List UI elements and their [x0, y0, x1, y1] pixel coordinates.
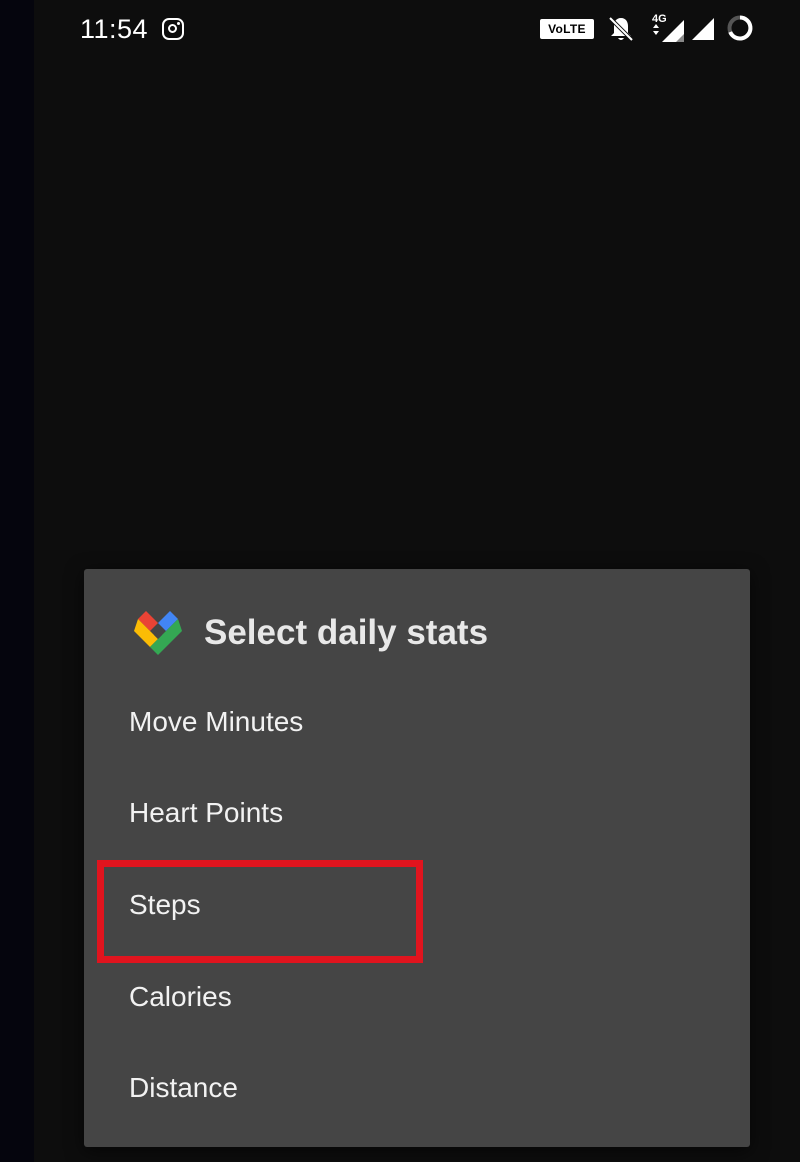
select-daily-stats-dialog: Select daily stats Move Minutes Heart Po… — [84, 569, 750, 1147]
status-time: 11:54 — [80, 14, 149, 44]
option-distance[interactable]: Distance — [84, 1043, 750, 1133]
option-label: Heart Points — [129, 797, 284, 828]
option-label: Move Minutes — [129, 706, 304, 737]
option-move-minutes[interactable]: Move Minutes — [84, 677, 750, 767]
google-fit-heart-icon — [134, 611, 182, 655]
bell-off-icon — [608, 16, 634, 42]
signal-icon — [692, 18, 714, 40]
left-edge — [0, 0, 34, 1162]
status-bar: 11:54 VoLTE 4G — [34, 0, 800, 60]
network-type-label: 4G — [652, 13, 667, 25]
volte-badge: VoLTE — [540, 19, 594, 39]
option-calories[interactable]: Calories — [84, 952, 750, 1042]
screen: 11:54 VoLTE 4G Select daily stats Move M… — [0, 0, 800, 1162]
option-label: Calories — [129, 981, 232, 1012]
option-steps[interactable]: Steps — [84, 860, 750, 950]
battery-ring-icon — [727, 15, 753, 41]
dialog-title: Select daily stats — [204, 613, 489, 652]
option-label: Steps — [129, 889, 201, 920]
instagram-icon — [162, 18, 184, 40]
option-heart-points[interactable]: Heart Points — [84, 768, 750, 858]
option-label: Distance — [129, 1072, 238, 1103]
